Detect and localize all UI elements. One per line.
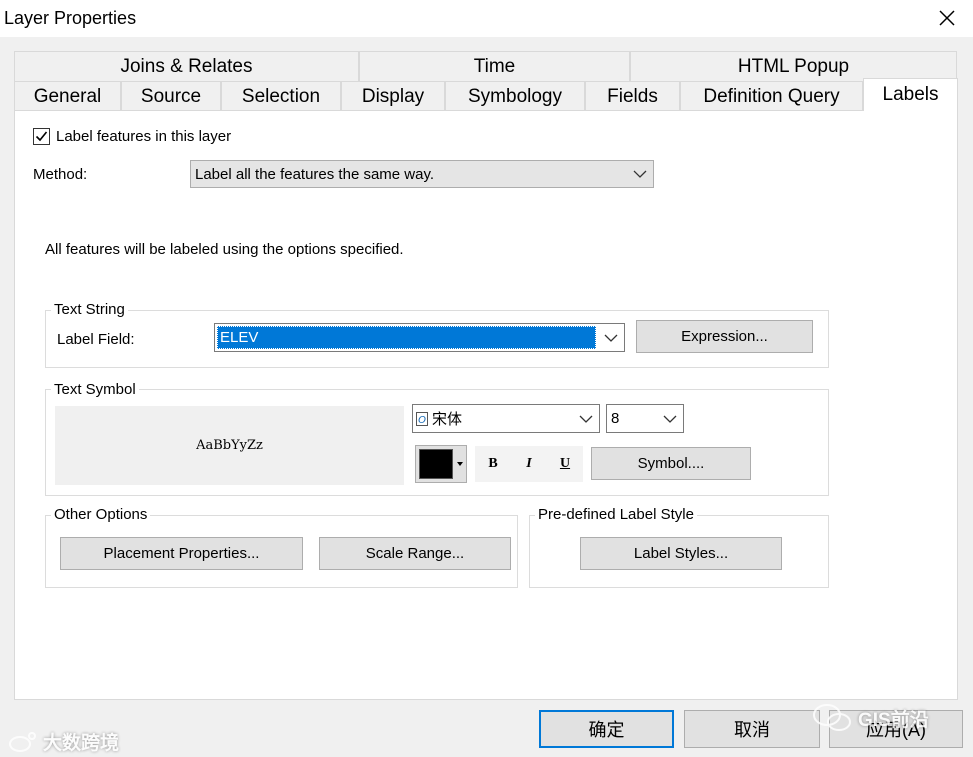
watermark-left-text: 大数跨境: [43, 733, 120, 754]
preview-text: AaBbYyZz: [196, 438, 263, 453]
method-value: Label all the features the same way.: [195, 165, 435, 183]
checkmark-icon: [35, 131, 48, 142]
tab-general[interactable]: General: [14, 81, 121, 111]
info-text: All features will be labeled using the o…: [45, 241, 404, 258]
font-color-button[interactable]: [415, 445, 467, 483]
caret-down-icon: [457, 462, 463, 466]
method-label: Method:: [33, 166, 88, 183]
tab-symbology[interactable]: Symbology: [445, 81, 585, 111]
tab-fields[interactable]: Fields: [585, 81, 680, 111]
bold-label: B: [488, 456, 498, 471]
ok-button[interactable]: 确定: [539, 710, 674, 748]
font-size-dropdown[interactable]: 8: [606, 404, 684, 433]
font-dropdown[interactable]: O 宋体: [412, 404, 600, 433]
chevron-down-icon: [663, 415, 677, 423]
cancel-button[interactable]: 取消: [684, 710, 820, 748]
tab-label: Fields: [607, 85, 658, 107]
button-label: Label Styles...: [633, 545, 729, 562]
tab-display[interactable]: Display: [341, 81, 445, 111]
close-icon: [939, 10, 955, 26]
weibo-icon: [9, 731, 36, 752]
bold-button[interactable]: B: [475, 446, 511, 482]
button-label: Placement Properties...: [103, 545, 260, 562]
tab-time[interactable]: Time: [359, 51, 630, 81]
watermark-right: GIS前沿: [812, 703, 929, 733]
watermark-right-text: GIS前沿: [858, 709, 929, 731]
tab-label: Labels: [882, 84, 939, 105]
tab-joins-relates[interactable]: Joins & Relates: [14, 51, 359, 81]
tab-label: Selection: [241, 85, 321, 107]
underline-button[interactable]: U: [547, 446, 583, 482]
chevron-down-icon: [579, 415, 593, 423]
label-features-label: Label features in this layer: [56, 128, 232, 145]
chevron-down-icon: [604, 334, 618, 342]
text-symbol-preview: AaBbYyZz: [55, 406, 404, 485]
tab-label: General: [33, 85, 102, 107]
italic-label: I: [526, 456, 532, 471]
label-field-value: ELEV: [217, 326, 596, 349]
method-dropdown[interactable]: Label all the features the same way.: [190, 160, 654, 188]
italic-button[interactable]: I: [511, 446, 547, 482]
color-swatch: [419, 449, 453, 479]
tab-label: Source: [140, 85, 202, 107]
font-size-value: 8: [611, 410, 620, 427]
window-title: Layer Properties: [4, 8, 137, 28]
tab-label: HTML Popup: [737, 55, 850, 77]
title-bar: Layer Properties: [0, 0, 973, 37]
other-options-title: Other Options: [51, 506, 151, 523]
button-label: Scale Range...: [365, 545, 465, 562]
labels-tab-panel: Label features in this layer Method: Lab…: [14, 110, 958, 700]
label-field-label: Label Field:: [57, 331, 135, 348]
placement-properties-button[interactable]: Placement Properties...: [60, 537, 303, 570]
label-features-checkbox[interactable]: [33, 128, 50, 145]
predefined-label-style-title: Pre-defined Label Style: [535, 506, 697, 523]
label-styles-button[interactable]: Label Styles...: [580, 537, 782, 570]
tab-definition-query[interactable]: Definition Query: [680, 81, 863, 111]
watermark-left: 大数跨境: [8, 728, 119, 755]
tab-source[interactable]: Source: [121, 81, 221, 111]
button-label: Symbol....: [637, 455, 705, 472]
label-field-dropdown[interactable]: ELEV: [214, 323, 625, 352]
expression-button[interactable]: Expression...: [636, 320, 813, 353]
tab-selection[interactable]: Selection: [221, 81, 341, 111]
button-label: Expression...: [681, 328, 768, 345]
underline-label: U: [559, 456, 571, 471]
symbol-button[interactable]: Symbol....: [591, 447, 751, 480]
tab-label: Time: [473, 55, 516, 77]
scale-range-button[interactable]: Scale Range...: [319, 537, 511, 570]
text-string-title: Text String: [51, 301, 128, 318]
wechat-icon: [813, 704, 851, 731]
close-button[interactable]: [926, 2, 968, 34]
opentype-font-icon: O: [416, 411, 428, 426]
tab-label: Symbology: [468, 85, 562, 107]
chevron-down-icon: [633, 170, 647, 178]
layer-properties-dialog: Layer Properties Joins & Relates Time HT…: [0, 0, 973, 757]
button-label: 取消: [734, 720, 770, 740]
tab-labels[interactable]: Labels: [863, 78, 958, 111]
tab-label: Definition Query: [703, 85, 840, 107]
tab-label: Joins & Relates: [120, 55, 253, 77]
svg-text:O: O: [418, 415, 426, 426]
font-value: 宋体: [432, 411, 463, 428]
tab-html-popup[interactable]: HTML Popup: [630, 51, 957, 81]
tab-label: Display: [361, 85, 425, 107]
text-symbol-title: Text Symbol: [51, 381, 139, 398]
button-label: 确定: [588, 720, 625, 740]
